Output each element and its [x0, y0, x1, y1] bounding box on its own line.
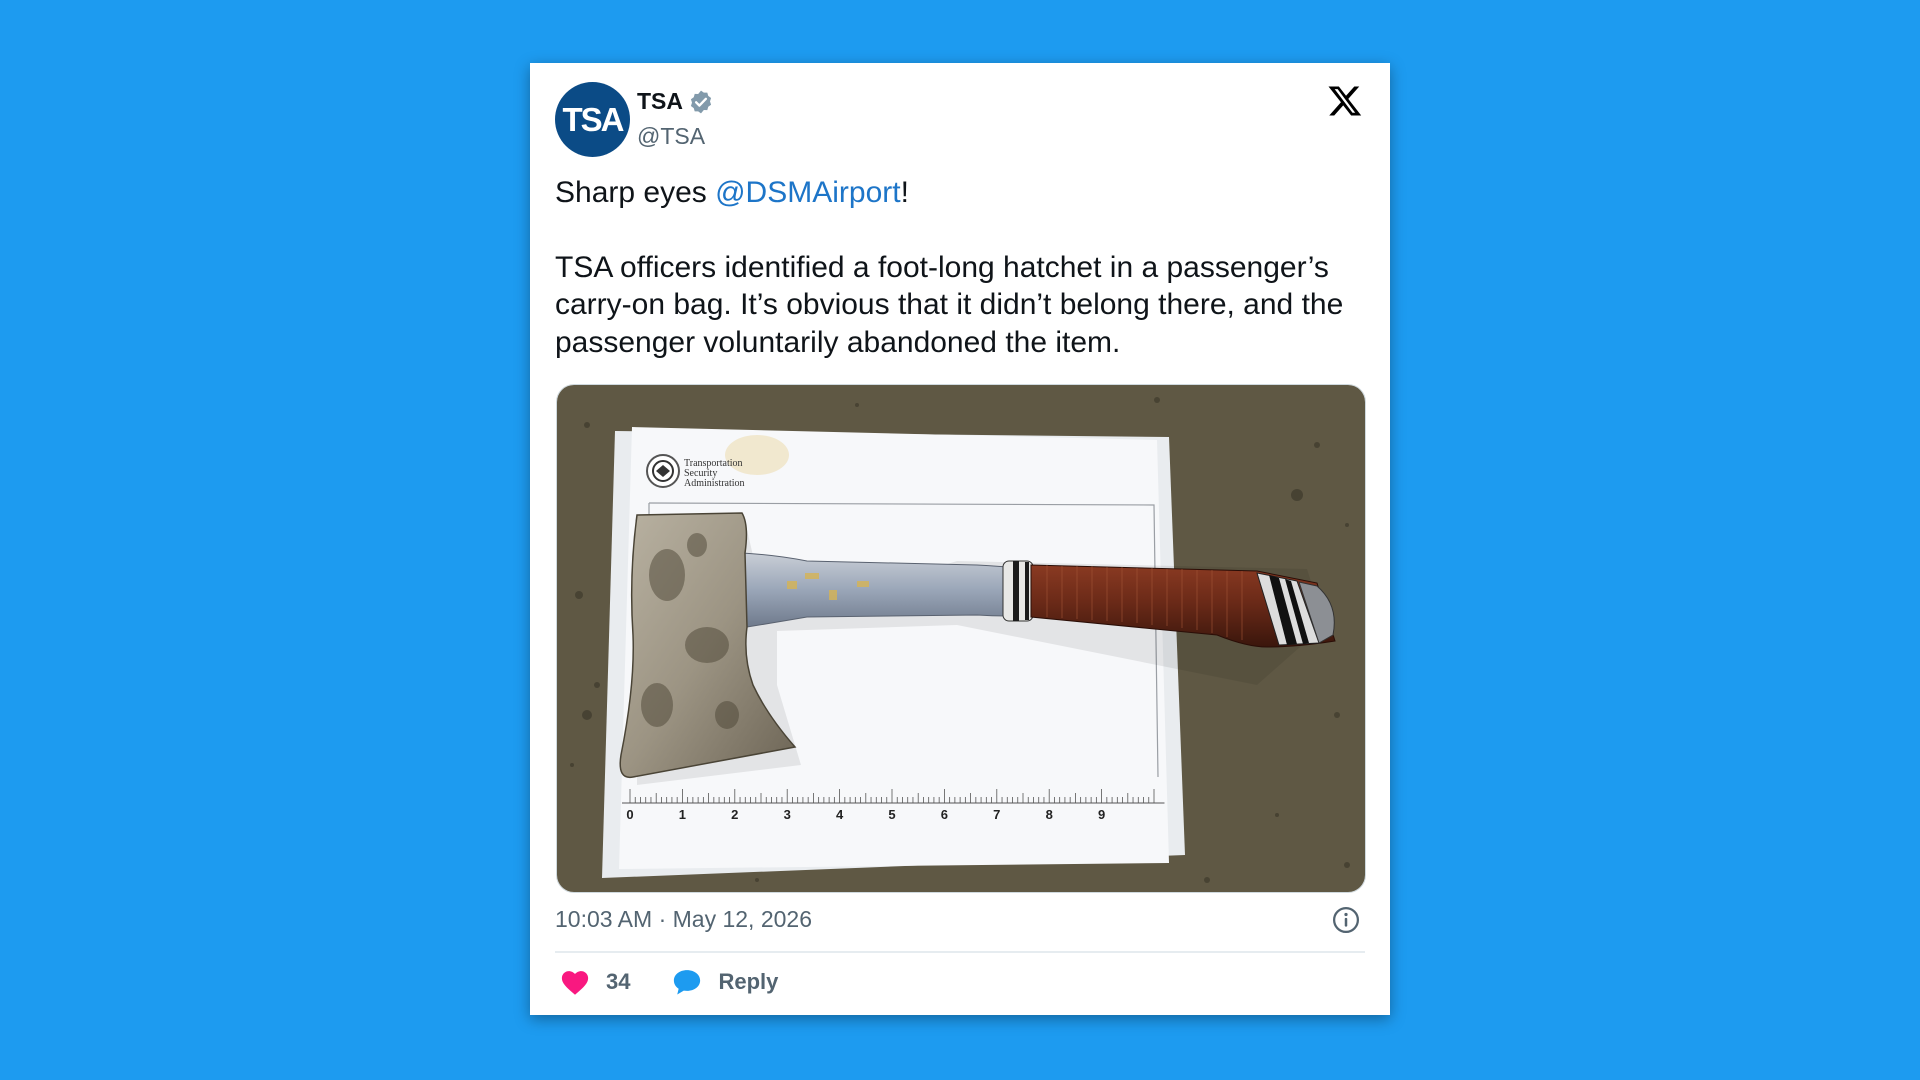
tweet-actions: 34 Reply [560, 968, 778, 996]
tweet-text-intro: Sharp eyes [555, 176, 716, 209]
ruler-number: 7 [993, 807, 1000, 822]
tweet-paragraph-1: Sharp eyes @DSMAirport! [555, 174, 1375, 212]
ruler-number: 5 [888, 807, 895, 822]
like-button[interactable]: 34 [560, 968, 630, 996]
author-name-row[interactable]: TSA [637, 88, 714, 115]
author-name[interactable]: TSA [637, 88, 683, 115]
avatar-text: TSA [562, 100, 625, 138]
ruler-number: 2 [731, 807, 738, 822]
avatar[interactable]: TSA [555, 82, 630, 157]
ruler-number: 9 [1098, 807, 1105, 822]
tweet-photo[interactable]: Transportation Security Administration 0… [556, 384, 1366, 893]
ruler-number: 6 [941, 807, 948, 822]
ruler-number: 4 [836, 807, 844, 822]
tweet-card: TSA TSA @TSA Sharp eyes @DSMAirport! TSA… [530, 63, 1390, 1015]
verified-badge-icon [690, 90, 712, 113]
hatchet-photo: Transportation Security Administration 0… [557, 385, 1365, 892]
tweet-text-exclamation: ! [900, 176, 909, 209]
info-icon[interactable] [1331, 905, 1361, 935]
ruler-number: 0 [626, 807, 633, 822]
reply-label: Reply [718, 969, 779, 994]
reply-button[interactable]: Reply [672, 968, 778, 996]
doc-header-line-3: Administration [684, 478, 745, 489]
mention-link[interactable]: @DSMAirport [715, 176, 900, 209]
ruler-number: 3 [784, 807, 791, 822]
ruler-number: 1 [679, 807, 686, 822]
like-count: 34 [606, 969, 631, 994]
author-handle[interactable]: @TSA [637, 123, 705, 150]
dhs-seal-icon [646, 454, 680, 488]
ruler-number: 8 [1046, 807, 1053, 822]
tweet-timestamp[interactable]: 10:03 AM · May 12, 2026 [555, 906, 812, 933]
tweet-paragraph-2: TSA officers identified a foot-long hatc… [555, 250, 1344, 359]
x-logo-icon[interactable] [1327, 83, 1363, 119]
tweet-text: Sharp eyes @DSMAirport! TSA officers ide… [555, 174, 1375, 361]
speech-bubble-icon [674, 970, 701, 995]
divider [555, 951, 1365, 953]
heart-icon [561, 971, 589, 995]
